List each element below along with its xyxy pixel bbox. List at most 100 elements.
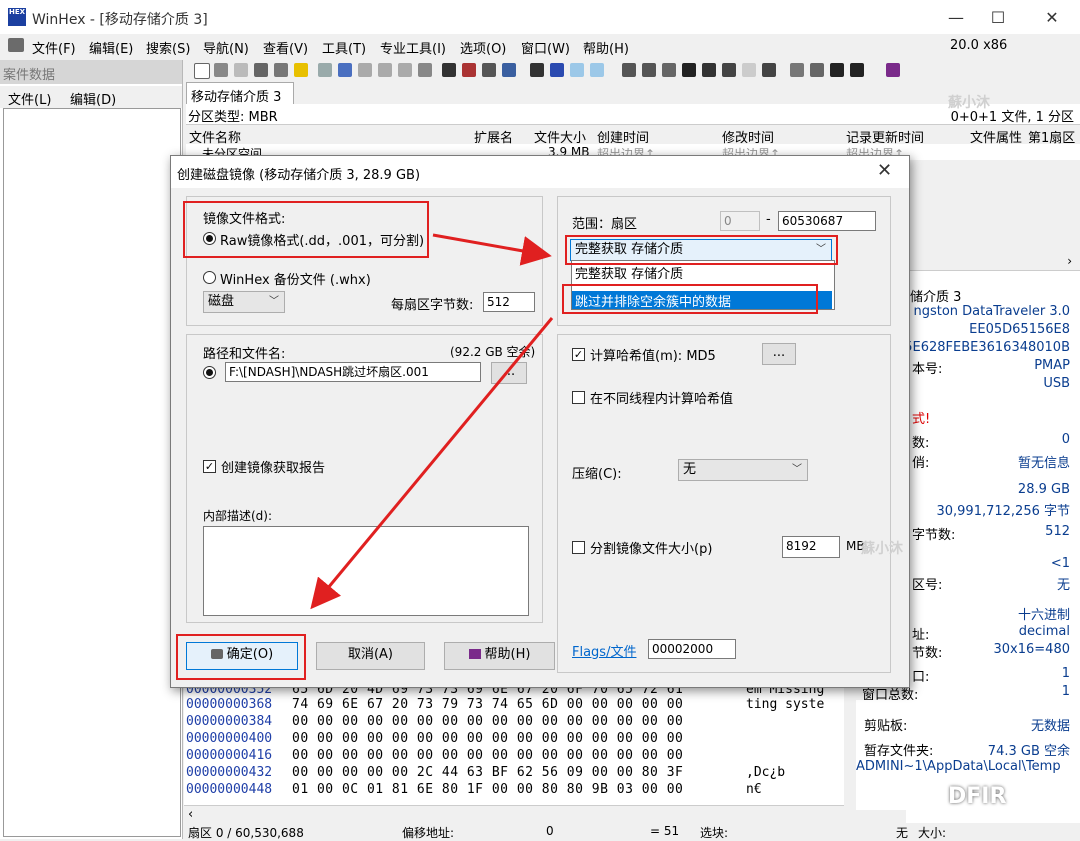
hex-scrollbar[interactable]: ‹ bbox=[184, 805, 844, 824]
goto-offset-icon[interactable] bbox=[530, 63, 544, 77]
compute-hash-label[interactable]: 计算哈希值(m): MD5 bbox=[590, 345, 716, 364]
info-panel-scrollbar[interactable]: › bbox=[906, 254, 1080, 271]
range-start-input[interactable]: 0 bbox=[720, 211, 760, 231]
raw-format-radio[interactable] bbox=[203, 232, 216, 245]
ok-button[interactable]: 确定(O) bbox=[186, 642, 298, 670]
whx-format-radio[interactable] bbox=[203, 271, 216, 284]
whx-format-label[interactable]: WinHex 备份文件 (.whx) bbox=[220, 269, 371, 288]
maximize-button[interactable]: ☐ bbox=[978, 6, 1018, 30]
paste-special-icon[interactable] bbox=[378, 63, 392, 77]
description-textarea[interactable] bbox=[203, 526, 529, 616]
acquire-mode-select[interactable]: 完整获取 存储介质 ﹀ bbox=[570, 239, 832, 261]
source-select[interactable]: 磁盘 ﹀ bbox=[203, 291, 285, 313]
cloud-icon[interactable] bbox=[742, 63, 756, 77]
print-icon[interactable] bbox=[254, 63, 268, 77]
help-button[interactable]: 帮助(H) bbox=[444, 642, 555, 670]
find-hex-icon[interactable] bbox=[482, 63, 496, 77]
raw-format-label[interactable]: Raw镜像格式(.dd，.001，可分割) bbox=[220, 230, 424, 249]
hex-bytes[interactable]: 00 00 00 00 00 2C 44 63 BF 62 56 09 00 0… bbox=[292, 765, 683, 780]
browse-button[interactable]: ... bbox=[491, 362, 527, 384]
hex-ascii[interactable]: n€ bbox=[746, 782, 762, 797]
export-icon[interactable] bbox=[294, 63, 308, 77]
dropdown-option-skip-free[interactable]: 跳过并排除空余簇中的数据 bbox=[572, 291, 832, 310]
disk-editor-icon[interactable] bbox=[622, 63, 636, 77]
hex-bytes[interactable]: 01 00 0C 01 81 6E 80 1F 00 00 80 80 9B 0… bbox=[292, 782, 683, 797]
network-icon[interactable] bbox=[722, 63, 736, 77]
next-icon[interactable] bbox=[850, 63, 864, 77]
menu-window[interactable]: 窗口(W) bbox=[521, 38, 570, 57]
split-image-checkbox[interactable] bbox=[572, 541, 585, 554]
case-menu-file[interactable]: 文件(L) bbox=[8, 89, 51, 108]
case-tree[interactable] bbox=[3, 108, 181, 837]
image-icon[interactable] bbox=[662, 63, 676, 77]
calculator-icon[interactable] bbox=[682, 63, 696, 77]
save-icon[interactable] bbox=[234, 63, 248, 77]
layout-icon[interactable] bbox=[790, 63, 804, 77]
hash-thread-checkbox[interactable] bbox=[572, 391, 585, 404]
range-end-input[interactable]: 60530687 bbox=[778, 211, 876, 231]
menu-help[interactable]: 帮助(H) bbox=[583, 38, 629, 57]
case-menu-edit[interactable]: 编辑(D) bbox=[70, 89, 116, 108]
paste-icon[interactable] bbox=[358, 63, 372, 77]
new-file-icon[interactable] bbox=[194, 63, 210, 79]
hex-ascii[interactable]: ,Dc¿b bbox=[746, 765, 785, 780]
view-icon[interactable] bbox=[810, 63, 824, 77]
compute-hash-checkbox[interactable]: ✓ bbox=[572, 348, 585, 361]
replace-hex-icon[interactable] bbox=[502, 63, 516, 77]
settings-icon[interactable] bbox=[762, 63, 776, 77]
dropdown-option-full[interactable]: 完整获取 存储介质 bbox=[572, 263, 835, 282]
tab-removable-media-3[interactable]: 移动存储介质 3 bbox=[186, 82, 294, 105]
find-icon[interactable] bbox=[442, 63, 456, 77]
back-icon[interactable] bbox=[570, 63, 584, 77]
scroll-left-icon[interactable]: ‹ bbox=[188, 807, 193, 822]
flags-input[interactable]: 00002000 bbox=[648, 639, 736, 659]
hex-bytes[interactable]: 00 00 00 00 00 00 00 00 00 00 00 00 00 0… bbox=[292, 731, 683, 746]
hash-options-button[interactable]: ... bbox=[762, 343, 796, 365]
path-input[interactable]: F:\[NDASH]\NDASH跳过坏扇区.001 bbox=[225, 362, 481, 382]
menu-pro-tools[interactable]: 专业工具(I) bbox=[380, 38, 446, 57]
menu-search[interactable]: 搜索(S) bbox=[146, 38, 190, 57]
hex-ascii[interactable]: ting syste bbox=[746, 697, 824, 712]
create-report-checkbox[interactable]: ✓ bbox=[203, 460, 216, 473]
compression-select[interactable]: 无 ﹀ bbox=[678, 459, 808, 481]
menu-edit[interactable]: 编辑(E) bbox=[89, 38, 133, 57]
prev-icon[interactable] bbox=[830, 63, 844, 77]
cancel-button[interactable]: 取消(A) bbox=[316, 642, 425, 670]
binary-icon[interactable] bbox=[418, 63, 432, 77]
minimize-button[interactable]: — bbox=[936, 6, 976, 30]
clipboard-icon[interactable] bbox=[398, 63, 412, 77]
hex-editor[interactable]: 00000000352 65 6D 20 4D 69 73 73 69 6E 6… bbox=[184, 680, 844, 820]
menu-view[interactable]: 查看(V) bbox=[263, 38, 308, 57]
menu-tools[interactable]: 工具(T) bbox=[322, 38, 366, 57]
undo-icon[interactable] bbox=[318, 63, 332, 77]
split-size-input[interactable]: 8192 bbox=[782, 536, 840, 558]
menu-file[interactable]: 文件(F) bbox=[32, 38, 76, 57]
close-button[interactable]: ✕ bbox=[1032, 6, 1072, 30]
image-format-group: 镜像文件格式: Raw镜像格式(.dd，.001，可分割) WinHex 备份文… bbox=[186, 196, 543, 326]
bytes-per-sector-input[interactable]: 512 bbox=[483, 292, 535, 312]
hex-offset: 00000000448 bbox=[186, 782, 273, 797]
hex-bytes[interactable]: 74 69 6E 67 20 73 79 73 74 65 6D 00 00 0… bbox=[292, 697, 683, 712]
hash-icon[interactable] bbox=[702, 63, 716, 77]
menu-navigate[interactable]: 导航(N) bbox=[203, 38, 249, 57]
create-report-label[interactable]: 创建镜像获取报告 bbox=[221, 457, 325, 476]
goto-sector-icon[interactable] bbox=[550, 63, 564, 77]
flags-link[interactable]: Flags/文件 bbox=[572, 641, 636, 660]
dialog-close-button[interactable]: ✕ bbox=[877, 160, 892, 181]
hash-thread-label[interactable]: 在不同线程内计算哈希值 bbox=[590, 388, 733, 407]
scroll-right-icon[interactable]: › bbox=[1067, 254, 1072, 268]
menu-options[interactable]: 选项(O) bbox=[460, 38, 506, 57]
split-image-label[interactable]: 分割镜像文件大小(p) bbox=[590, 538, 712, 557]
properties-icon[interactable] bbox=[274, 63, 288, 77]
hex-bytes[interactable]: 00 00 00 00 00 00 00 00 00 00 00 00 00 0… bbox=[292, 714, 683, 729]
hex-bytes[interactable]: 00 00 00 00 00 00 00 00 00 00 00 00 00 0… bbox=[292, 748, 683, 763]
forward-icon[interactable] bbox=[590, 63, 604, 77]
help-book-icon[interactable] bbox=[886, 63, 900, 77]
copy-icon[interactable] bbox=[338, 63, 352, 77]
address-value: decimal bbox=[1018, 624, 1070, 639]
find-text-icon[interactable] bbox=[462, 63, 476, 77]
open-icon[interactable] bbox=[214, 63, 228, 77]
path-radio[interactable] bbox=[203, 366, 216, 379]
ram-editor-icon[interactable] bbox=[642, 63, 656, 77]
temp-folder-label: 暂存文件夹: bbox=[864, 744, 934, 759]
